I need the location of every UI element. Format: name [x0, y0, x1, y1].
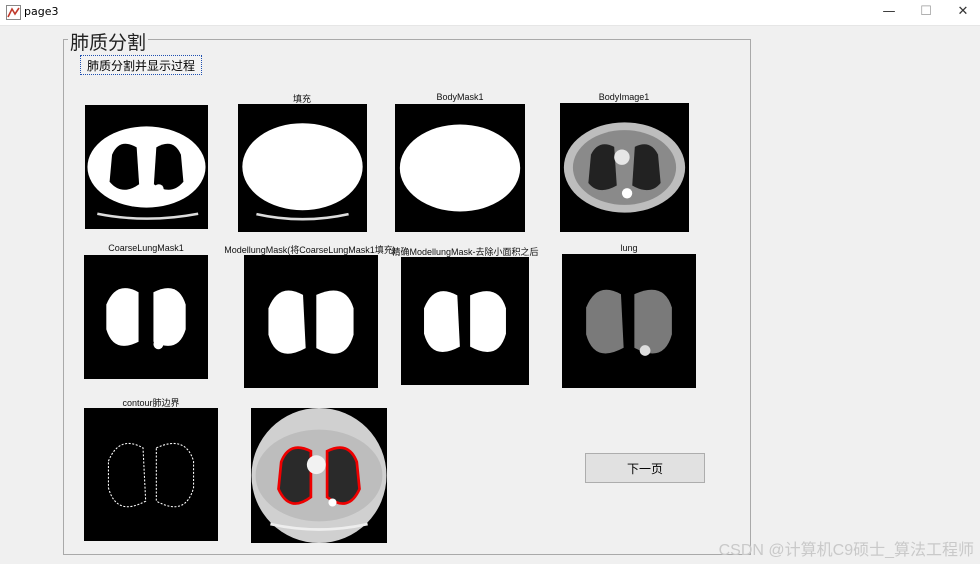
- coarse-mask-image: [84, 255, 208, 379]
- matlab-figure-icon: [6, 5, 21, 20]
- lung-image: [562, 254, 696, 388]
- window-titlebar: page3 — ☐ ✕: [0, 0, 980, 26]
- lung-mask-image: [85, 105, 208, 229]
- modelling-mask-image: [244, 255, 378, 388]
- body-mask-image: [395, 104, 525, 232]
- refined-mask-image: [401, 257, 529, 385]
- watermark: CSDN @计算机C9硕士_算法工程师: [718, 542, 974, 559]
- minimize-button[interactable]: —: [878, 3, 900, 21]
- next-page-button[interactable]: 下一页: [585, 453, 705, 483]
- coarse-caption: CoarseLungMask1: [108, 243, 184, 253]
- segment-button[interactable]: 肺质分割并显示过程: [80, 55, 202, 75]
- panel-title: 肺质分割: [68, 28, 149, 55]
- window-title: page3: [24, 5, 59, 18]
- overlay-image: [251, 408, 387, 543]
- contour-image: [84, 408, 218, 541]
- body-image: [560, 103, 689, 232]
- body-image-caption: BodyImage1: [598, 92, 650, 102]
- maximize-button[interactable]: ☐: [915, 3, 937, 21]
- close-button[interactable]: ✕: [952, 3, 974, 21]
- fill-image: [238, 104, 367, 232]
- body-mask-caption: BodyMask1: [436, 92, 484, 102]
- lung-caption: lung: [620, 243, 638, 253]
